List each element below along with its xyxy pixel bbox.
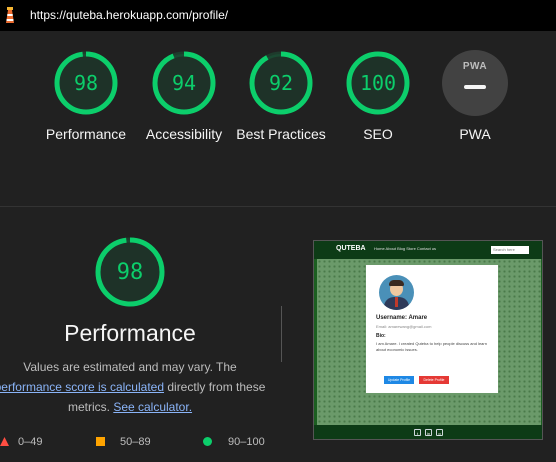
note-text: directly from these xyxy=(164,380,266,394)
score-calculated-link[interactable]: performance score is calculated xyxy=(0,380,164,394)
github-icon: g xyxy=(436,429,443,436)
seo-gauge[interactable]: 100 xyxy=(345,50,411,116)
accessibility-gauge[interactable]: 94 xyxy=(151,50,217,116)
profile-email: Email: amarewang@gmail.com xyxy=(376,324,432,329)
performance-detail-gauge: 98 xyxy=(94,236,166,308)
score-note: Values are estimated and may vary. The p… xyxy=(0,357,270,417)
profile-username: Username: Amare xyxy=(376,315,428,321)
pwa-badge[interactable]: PWA xyxy=(442,50,508,116)
site-nav-links: Home About Blog Store Contact us xyxy=(374,246,437,251)
square-icon xyxy=(96,437,105,446)
best-practices-gauge[interactable]: 92 xyxy=(248,50,314,116)
site-logo: QUTEBA xyxy=(336,245,366,252)
site-search-input: Search here xyxy=(491,246,529,254)
site-navbar: QUTEBA Home About Blog Store Contact us … xyxy=(314,241,542,259)
url-text[interactable]: https://quteba.herokuapp.com/profile/ xyxy=(30,8,228,22)
score-value: 94 xyxy=(171,71,197,95)
profile-bio: I am Amare. I created Quteba to help peo… xyxy=(376,341,487,352)
twitter-icon: t xyxy=(414,429,421,436)
browser-address-bar: https://quteba.herokuapp.com/profile/ xyxy=(0,0,556,31)
profile-card: Username: Amare Email: amarewang@gmail.c… xyxy=(366,265,498,393)
performance-gauge[interactable]: 98 xyxy=(53,50,119,116)
avatar-tie xyxy=(395,297,398,307)
avatar-hair xyxy=(389,280,404,286)
site-body: Username: Amare Email: amarewang@gmail.c… xyxy=(317,259,541,425)
gauge-label-pwa: PWA xyxy=(459,126,491,142)
vertical-divider xyxy=(281,306,282,362)
score-value: 98 xyxy=(73,71,99,95)
linkedin-icon: in xyxy=(425,429,432,436)
delete-profile-button: Delete Profile xyxy=(419,376,449,384)
pwa-badge-text: PWA xyxy=(462,61,488,72)
score-value: 100 xyxy=(359,71,397,95)
pwa-dash-icon xyxy=(464,85,486,89)
legend-average-range: 50–89 xyxy=(120,436,151,448)
circle-icon xyxy=(203,437,212,446)
section-title: Performance xyxy=(64,320,196,346)
triangle-icon xyxy=(0,437,9,446)
final-screenshot-thumbnail[interactable]: QUTEBA Home About Blog Store Contact us … xyxy=(313,240,543,440)
lighthouse-icon xyxy=(6,7,14,23)
avatar xyxy=(379,275,414,310)
profile-bio-heading: Bio: xyxy=(376,333,386,339)
score-value: 98 xyxy=(116,259,144,285)
update-profile-button: Update Profile xyxy=(384,376,414,384)
gauge-label-accessibility: Accessibility xyxy=(145,126,223,142)
section-divider xyxy=(0,206,556,207)
note-text: Values are estimated and may vary. The xyxy=(23,360,237,374)
site-footer: t in g xyxy=(314,425,542,439)
score-value: 92 xyxy=(268,71,294,95)
gauge-label-performance: Performance xyxy=(45,126,127,142)
note-text: metrics. xyxy=(67,400,114,414)
gauge-label-best-practices: Best Practices xyxy=(236,126,326,142)
legend-pass-range: 90–100 xyxy=(228,436,265,448)
legend-fail-range: 0–49 xyxy=(18,436,43,448)
gauge-label-seo: SEO xyxy=(363,126,393,142)
see-calculator-link[interactable]: See calculator. xyxy=(113,400,192,414)
